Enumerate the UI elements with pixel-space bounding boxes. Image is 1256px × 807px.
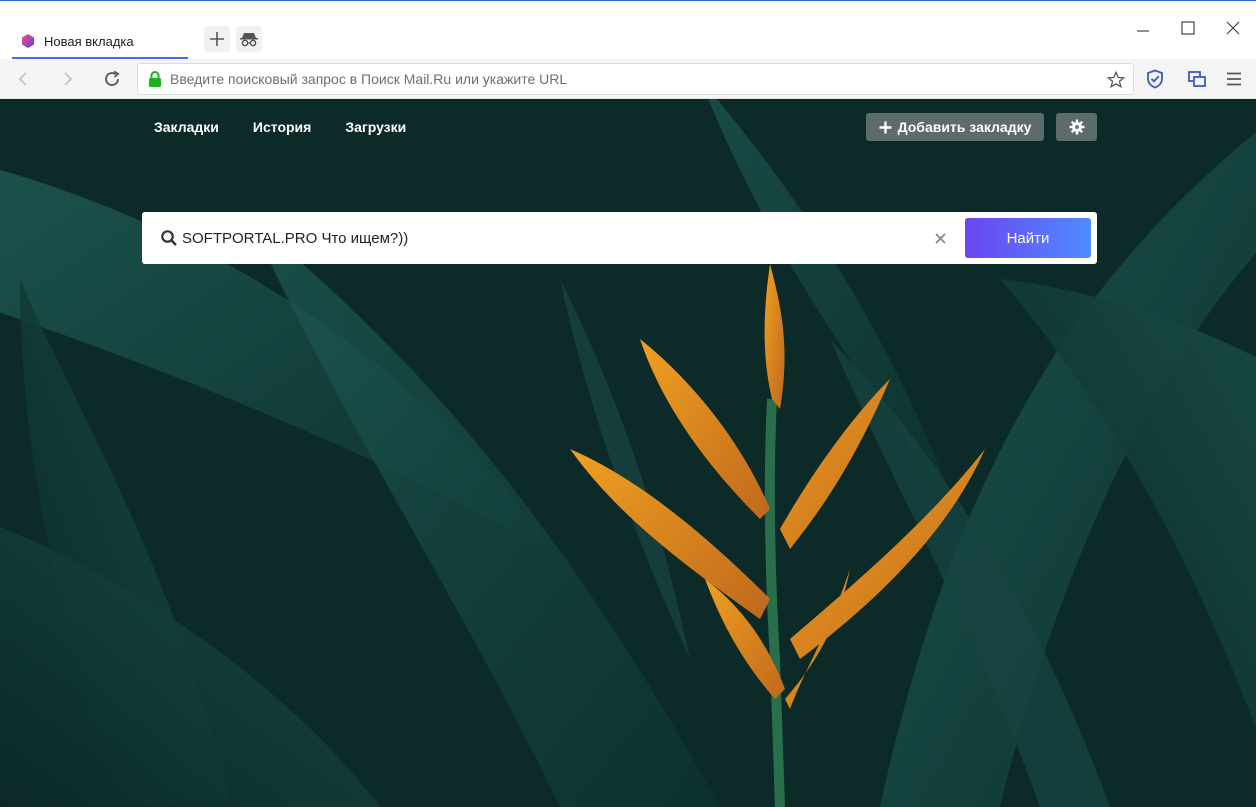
forward-icon	[64, 72, 73, 86]
maximize-button[interactable]	[1173, 13, 1203, 43]
shield-icon	[1147, 69, 1163, 89]
protection-button[interactable]	[1143, 67, 1167, 91]
close-window-button[interactable]	[1218, 13, 1248, 43]
gear-icon	[1069, 119, 1084, 135]
url-input[interactable]	[170, 65, 1090, 93]
address-bar[interactable]	[137, 63, 1134, 95]
reload-button[interactable]	[98, 65, 126, 93]
reload-icon	[105, 70, 120, 86]
lock-icon	[149, 71, 161, 87]
maximize-icon	[1181, 21, 1195, 35]
top-navigation: Закладки История Загрузки	[154, 119, 406, 135]
add-bookmark-label: Добавить закладку	[897, 119, 1032, 135]
search-input[interactable]	[182, 223, 922, 253]
tab-new-tab[interactable]: Новая вкладка	[12, 23, 188, 59]
search-box: Найти	[142, 212, 1097, 264]
nav-history[interactable]: История	[253, 119, 311, 135]
forward-button[interactable]	[54, 65, 82, 93]
minimize-icon	[1137, 30, 1149, 32]
settings-button[interactable]	[1056, 113, 1097, 141]
tabs-icon	[1188, 71, 1206, 87]
background-image	[0, 99, 1256, 807]
close-icon	[1226, 21, 1240, 35]
add-bookmark-button[interactable]: Добавить закладку	[866, 113, 1044, 141]
clear-icon	[934, 232, 946, 244]
minimize-button[interactable]	[1128, 13, 1158, 43]
clear-search-button[interactable]	[930, 228, 950, 248]
incognito-icon	[240, 33, 258, 47]
menu-icon	[1227, 72, 1241, 86]
tabs-button[interactable]	[1185, 67, 1209, 91]
title-bar: Новая вкладка	[0, 0, 1256, 59]
plus-icon	[879, 121, 892, 133]
new-tab-page: Закладки История Загрузки Добавить закла…	[0, 99, 1256, 807]
toolbar	[0, 59, 1256, 99]
new-tab-icon	[210, 32, 224, 46]
new-tab-button[interactable]	[204, 26, 230, 52]
back-icon	[18, 72, 27, 86]
nav-bookmarks[interactable]: Закладки	[154, 119, 219, 135]
nav-downloads[interactable]: Загрузки	[345, 119, 406, 135]
tab-title: Новая вкладка	[44, 33, 134, 49]
star-icon[interactable]	[1107, 71, 1125, 89]
back-button[interactable]	[9, 65, 37, 93]
atom-browser-logo-icon	[20, 33, 36, 49]
find-button[interactable]: Найти	[965, 218, 1091, 258]
search-icon	[161, 230, 177, 246]
menu-button[interactable]	[1222, 67, 1246, 91]
incognito-button[interactable]	[236, 26, 262, 52]
